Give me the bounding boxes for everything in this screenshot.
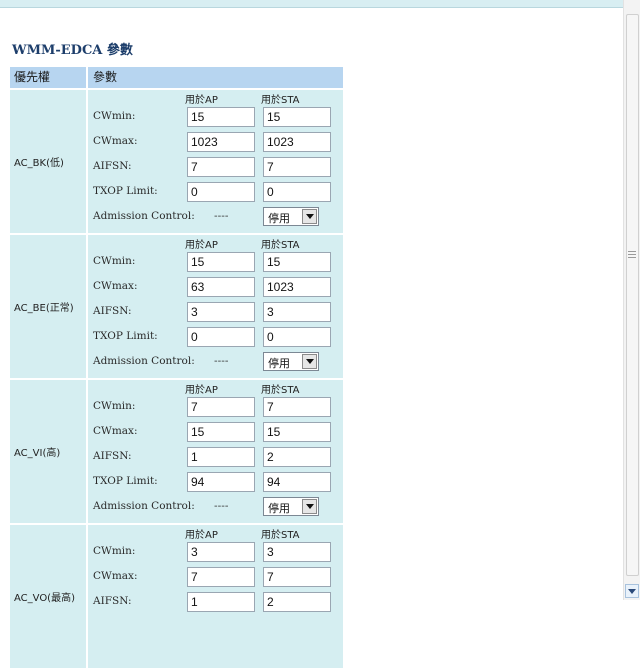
col-sta-label: 用於STA <box>261 385 300 396</box>
aifsn-label: AIFSN: <box>93 305 132 317</box>
scroll-down-arrow-icon[interactable] <box>625 584 639 598</box>
aifsn-label: AIFSN: <box>93 450 132 462</box>
admission-sta-select[interactable]: 停用 <box>263 497 319 516</box>
priority-group-ac-be: AC_BE(正常) 用於AP 用於STA CWmin: 15 15 CWmax:… <box>10 235 343 378</box>
params-cell: 用於AP 用於STA CWmin: 15 15 CWmax: 63 1023 A… <box>88 235 343 378</box>
priority-group-ac-vo: AC_VO(最高) 用於AP 用於STA CWmin: 3 3 CWmax: 7… <box>10 525 343 668</box>
col-ap-label: 用於AP <box>185 385 218 396</box>
cwmin-ap-input[interactable]: 3 <box>187 542 255 562</box>
col-ap-label: 用於AP <box>185 530 218 541</box>
scrollbar-grip-icon <box>628 251 636 259</box>
admission-sta-value: 停用 <box>268 212 290 225</box>
table-header-row: 優先權 參數 <box>10 67 343 88</box>
params-cell: 用於AP 用於STA CWmin: 15 15 CWmax: 1023 1023… <box>88 90 343 233</box>
aifsn-sta-input[interactable]: 2 <box>263 447 331 467</box>
txop-label: TXOP Limit: <box>93 185 158 197</box>
cwmax-sta-input[interactable]: 15 <box>263 422 331 442</box>
cwmax-ap-input[interactable]: 15 <box>187 422 255 442</box>
cwmax-sta-input[interactable]: 1023 <box>263 277 331 297</box>
cwmin-sta-input[interactable]: 15 <box>263 252 331 272</box>
admission-sta-value: 停用 <box>268 502 290 515</box>
top-banner-strip <box>0 0 624 8</box>
aifsn-sta-input[interactable]: 7 <box>263 157 331 177</box>
chevron-down-icon[interactable] <box>302 499 317 514</box>
aifsn-ap-input[interactable]: 3 <box>187 302 255 322</box>
priority-group-ac-vi: AC_VI(高) 用於AP 用於STA CWmin: 7 7 CWmax: 15… <box>10 380 343 523</box>
cwmax-label: CWmax: <box>93 570 138 582</box>
cwmin-label: CWmin: <box>93 255 136 267</box>
page-title: WMM-EDCA 參數 <box>12 43 133 58</box>
cwmax-label: CWmax: <box>93 280 138 292</box>
scrollbar-thumb[interactable] <box>626 14 639 576</box>
txop-sta-input[interactable]: 0 <box>263 182 331 202</box>
params-cell: 用於AP 用於STA CWmin: 3 3 CWmax: 7 7 AIFSN: … <box>88 525 343 668</box>
cwmax-sta-input[interactable]: 7 <box>263 567 331 587</box>
aifsn-label: AIFSN: <box>93 595 132 607</box>
admission-sta-select[interactable]: 停用 <box>263 207 319 226</box>
admission-control-label: Admission Control: <box>93 355 195 367</box>
cwmin-label: CWmin: <box>93 110 136 122</box>
priority-group-ac-bk: AC_BK(低) 用於AP 用於STA CWmin: 15 15 CWmax: … <box>10 90 343 233</box>
txop-sta-input[interactable]: 0 <box>263 327 331 347</box>
cwmax-ap-input[interactable]: 1023 <box>187 132 255 152</box>
header-params: 參數 <box>93 70 118 84</box>
chevron-down-icon[interactable] <box>302 209 317 224</box>
txop-sta-input[interactable]: 94 <box>263 472 331 492</box>
txop-label: TXOP Limit: <box>93 330 158 342</box>
cwmin-ap-input[interactable]: 7 <box>187 397 255 417</box>
admission-control-label: Admission Control: <box>93 210 195 222</box>
header-priority: 優先權 <box>10 67 88 88</box>
aifsn-sta-input[interactable]: 3 <box>263 302 331 322</box>
txop-ap-input[interactable]: 94 <box>187 472 255 492</box>
admission-ap-value: ---- <box>214 211 229 222</box>
cwmax-label: CWmax: <box>93 135 138 147</box>
vertical-scrollbar[interactable] <box>623 0 640 600</box>
wmm-edca-table: 優先權 參數 AC_BK(低) 用於AP 用於STA CWmin: 15 15 … <box>10 67 343 668</box>
cwmin-ap-input[interactable]: 15 <box>187 252 255 272</box>
cwmax-sta-input[interactable]: 1023 <box>263 132 331 152</box>
priority-label: AC_BE(正常) <box>10 235 88 378</box>
aifsn-sta-input[interactable]: 2 <box>263 592 331 612</box>
priority-label: AC_VI(高) <box>10 380 88 523</box>
cwmin-sta-input[interactable]: 3 <box>263 542 331 562</box>
txop-ap-input[interactable]: 0 <box>187 182 255 202</box>
chevron-down-icon[interactable] <box>302 354 317 369</box>
cwmax-label: CWmax: <box>93 425 138 437</box>
cwmax-ap-input[interactable]: 63 <box>187 277 255 297</box>
aifsn-ap-input[interactable]: 7 <box>187 157 255 177</box>
admission-ap-value: ---- <box>214 356 229 367</box>
col-sta-label: 用於STA <box>261 95 300 106</box>
cwmin-label: CWmin: <box>93 545 136 557</box>
col-ap-label: 用於AP <box>185 240 218 251</box>
admission-sta-value: 停用 <box>268 357 290 370</box>
cwmin-sta-input[interactable]: 15 <box>263 107 331 127</box>
cwmin-ap-input[interactable]: 15 <box>187 107 255 127</box>
txop-label: TXOP Limit: <box>93 475 158 487</box>
cwmax-ap-input[interactable]: 7 <box>187 567 255 587</box>
admission-ap-value: ---- <box>214 501 229 512</box>
priority-label: AC_BK(低) <box>10 90 88 233</box>
priority-label: AC_VO(最高) <box>10 525 88 668</box>
params-cell: 用於AP 用於STA CWmin: 7 7 CWmax: 15 15 AIFSN… <box>88 380 343 523</box>
cwmin-sta-input[interactable]: 7 <box>263 397 331 417</box>
col-sta-label: 用於STA <box>261 530 300 541</box>
aifsn-ap-input[interactable]: 1 <box>187 447 255 467</box>
aifsn-ap-input[interactable]: 1 <box>187 592 255 612</box>
txop-ap-input[interactable]: 0 <box>187 327 255 347</box>
admission-control-label: Admission Control: <box>93 500 195 512</box>
col-sta-label: 用於STA <box>261 240 300 251</box>
col-ap-label: 用於AP <box>185 95 218 106</box>
admission-sta-select[interactable]: 停用 <box>263 352 319 371</box>
cwmin-label: CWmin: <box>93 400 136 412</box>
aifsn-label: AIFSN: <box>93 160 132 172</box>
